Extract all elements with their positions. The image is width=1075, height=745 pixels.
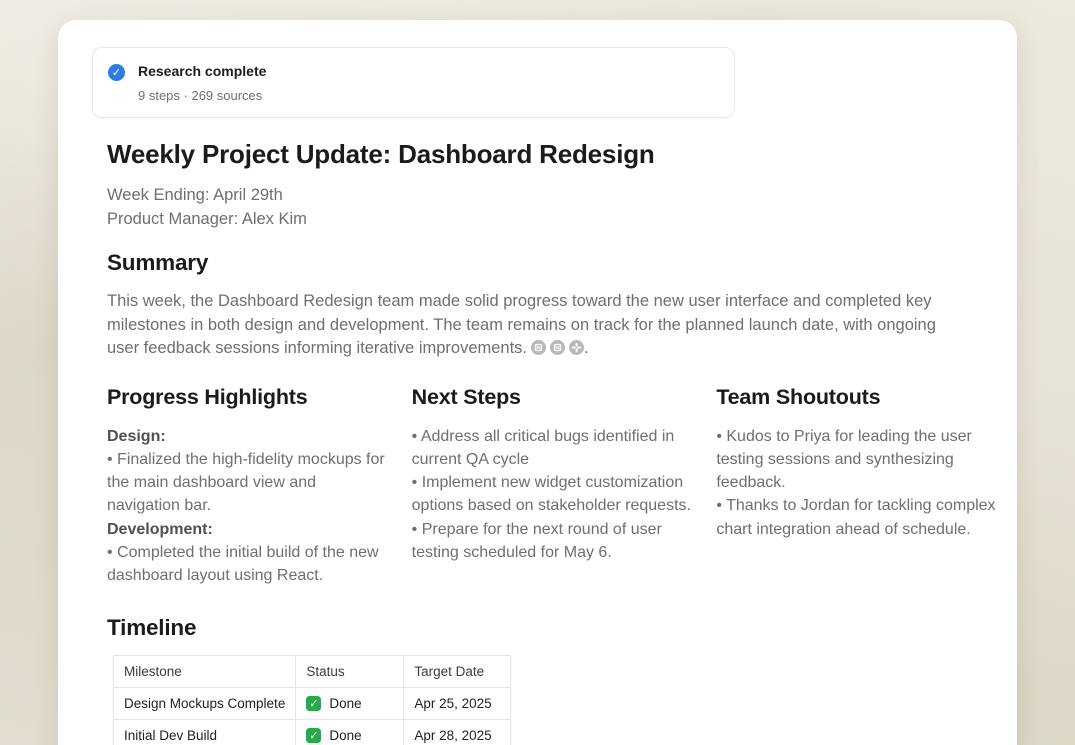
summary-heading: Summary bbox=[107, 250, 999, 276]
bullet-item: • Completed the initial build of the new… bbox=[107, 541, 390, 588]
green-check-icon: ✓ bbox=[306, 696, 321, 711]
bullet-item: • Kudos to Priya for leading the user te… bbox=[716, 425, 999, 495]
team-shoutouts-heading: Team Shoutouts bbox=[716, 385, 999, 410]
timeline-heading: Timeline bbox=[107, 615, 999, 641]
bullet-item: • Address all critical bugs identified i… bbox=[412, 425, 695, 472]
timeline-table: Milestone Status Target Date Design Mock… bbox=[113, 655, 511, 745]
research-status-title: Research complete bbox=[138, 63, 266, 79]
document-card: ✓ Research complete 9 steps · 269 source… bbox=[58, 20, 1017, 745]
bullet-item: • Thanks to Jordan for tackling complex … bbox=[716, 494, 999, 541]
status-cell: ✓ Done bbox=[296, 687, 404, 719]
summary-suffix: . bbox=[584, 339, 589, 357]
target-date-column-header: Target Date bbox=[404, 655, 511, 687]
status-column-header: Status bbox=[296, 655, 404, 687]
three-column-section: Progress Highlights Design: • Finalized … bbox=[107, 385, 999, 588]
research-status-text: Research complete 9 steps · 269 sources bbox=[138, 63, 266, 103]
column-team-shoutouts: Team Shoutouts • Kudos to Priya for lead… bbox=[716, 385, 999, 588]
team-shoutouts-body: • Kudos to Priya for leading the user te… bbox=[716, 425, 999, 541]
green-check-icon: ✓ bbox=[306, 728, 321, 743]
page-title: Weekly Project Update: Dashboard Redesig… bbox=[107, 139, 999, 170]
status-cell: ✓ Done bbox=[296, 719, 404, 745]
bullet-item: • Finalized the high-fidelity mockups fo… bbox=[107, 448, 390, 518]
week-ending-line: Week Ending: April 29th bbox=[107, 184, 999, 208]
next-steps-body: • Address all critical bugs identified i… bbox=[412, 425, 695, 565]
design-label: Design: bbox=[107, 425, 390, 448]
column-next-steps: Next Steps • Address all critical bugs i… bbox=[412, 385, 695, 588]
notion-icon[interactable] bbox=[531, 340, 546, 355]
status-label: Done bbox=[329, 728, 361, 743]
progress-highlights-body: Design: • Finalized the high-fidelity mo… bbox=[107, 425, 390, 588]
research-status-meta: 9 steps · 269 sources bbox=[138, 88, 266, 103]
target-date-cell: Apr 25, 2025 bbox=[404, 687, 511, 719]
development-label: Development: bbox=[107, 518, 390, 541]
notion-icon[interactable] bbox=[550, 340, 565, 355]
document-meta: Week Ending: April 29th Product Manager:… bbox=[107, 184, 999, 231]
research-status-card[interactable]: ✓ Research complete 9 steps · 269 source… bbox=[92, 47, 735, 118]
next-steps-heading: Next Steps bbox=[412, 385, 695, 410]
column-progress-highlights: Progress Highlights Design: • Finalized … bbox=[107, 385, 390, 588]
summary-text: This week, the Dashboard Redesign team m… bbox=[107, 292, 936, 357]
milestone-cell: Initial Dev Build bbox=[114, 719, 296, 745]
product-manager-line: Product Manager: Alex Kim bbox=[107, 208, 999, 232]
milestone-cell: Design Mockups Complete bbox=[114, 687, 296, 719]
bullet-item: • Prepare for the next round of user tes… bbox=[412, 518, 695, 565]
target-date-cell: Apr 28, 2025 bbox=[404, 719, 511, 745]
status-label: Done bbox=[329, 696, 361, 711]
slack-icon[interactable] bbox=[569, 340, 584, 355]
milestone-column-header: Milestone bbox=[114, 655, 296, 687]
table-row: Initial Dev Build ✓ Done Apr 28, 2025 bbox=[114, 719, 511, 745]
table-header-row: Milestone Status Target Date bbox=[114, 655, 511, 687]
summary-paragraph: This week, the Dashboard Redesign team m… bbox=[107, 290, 942, 361]
table-row: Design Mockups Complete ✓ Done Apr 25, 20… bbox=[114, 687, 511, 719]
progress-highlights-heading: Progress Highlights bbox=[107, 385, 390, 410]
check-circle-icon: ✓ bbox=[108, 64, 125, 81]
bullet-item: • Implement new widget customization opt… bbox=[412, 471, 695, 518]
